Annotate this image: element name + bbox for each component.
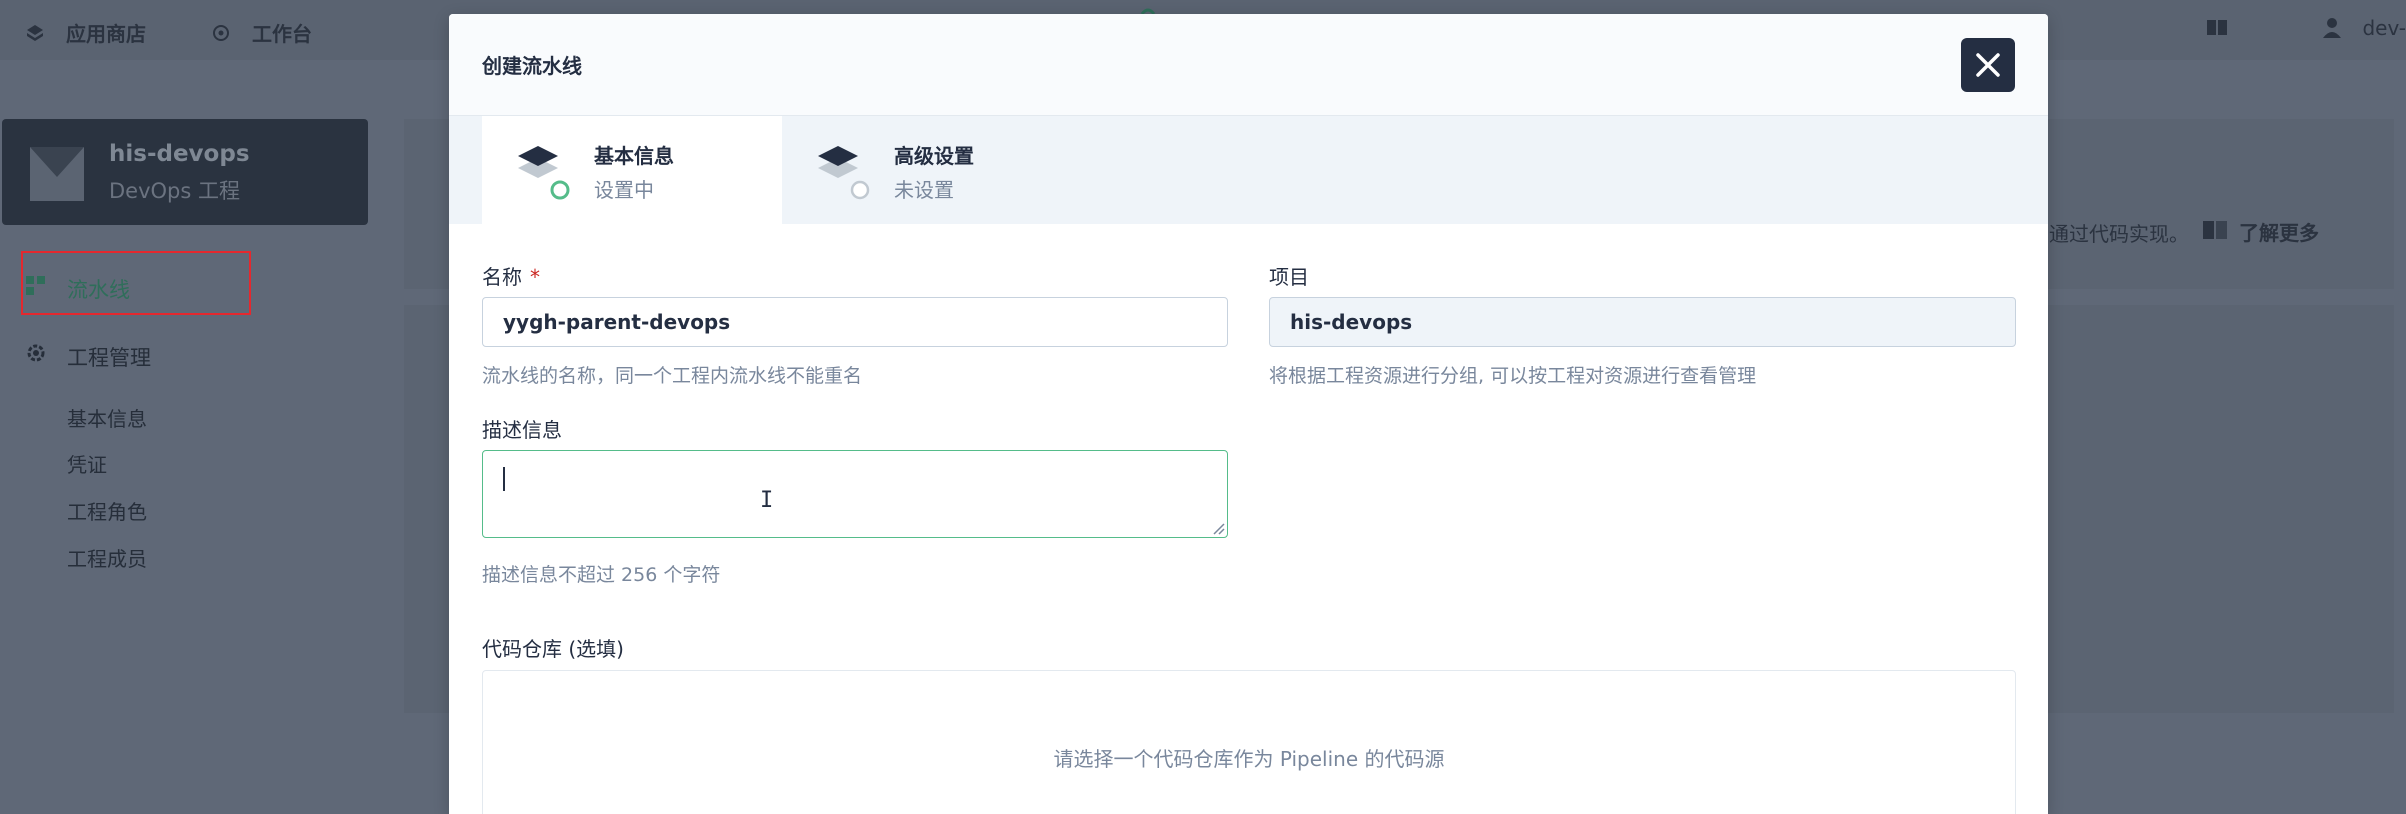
sidebar-item-pipelines-highlight xyxy=(21,251,251,315)
name-input-value: yygh-parent-devops xyxy=(503,310,731,334)
step-basic-info[interactable]: 基本信息 设置中 xyxy=(482,116,782,224)
project-label: 项目 xyxy=(1269,265,1309,289)
nav-app-store-label: 应用商店 xyxy=(66,22,146,46)
sidebar-item-pipelines[interactable]: 流水线 xyxy=(67,274,130,304)
book-icon xyxy=(2203,221,2227,239)
code-repo-placeholder: 请选择一个代码仓库作为 Pipeline 的代码源 xyxy=(1053,747,1445,771)
pipeline-grid-icon xyxy=(26,276,45,295)
user-name: dev- xyxy=(2362,16,2406,40)
sidebar-item-basic-info[interactable]: 基本信息 xyxy=(67,403,147,432)
text-caret xyxy=(503,467,505,491)
docs-icon[interactable] xyxy=(2206,18,2228,38)
step-advanced-settings[interactable]: 高级设置 未设置 xyxy=(782,116,1082,224)
step-basic-info-status: 设置中 xyxy=(594,178,654,202)
modal-header: 创建流水线 xyxy=(449,14,2048,116)
create-pipeline-modal: 创建流水线 基本信息 设置中 高级设置 未设置 名称 * yygh-parent… xyxy=(449,14,2048,814)
sidebar-item-project-mgmt[interactable]: 工程管理 xyxy=(67,342,151,372)
step-basic-info-icon xyxy=(518,146,570,200)
step-advanced-title: 高级设置 xyxy=(894,144,974,168)
gear-icon xyxy=(27,344,45,362)
required-mark: * xyxy=(530,265,540,289)
workspace-logo-icon xyxy=(30,147,84,201)
app-store-icon xyxy=(27,24,43,41)
code-repo-selector[interactable]: 请选择一个代码仓库作为 Pipeline 的代码源 xyxy=(482,670,2016,814)
step-advanced-icon xyxy=(818,146,870,200)
step-basic-info-title: 基本信息 xyxy=(594,144,674,168)
workspace-card[interactable]: his-devops DevOps 工程 xyxy=(2,119,368,225)
nav-workbench-label: 工作台 xyxy=(252,22,312,46)
nav-workbench[interactable]: 工作台 xyxy=(212,18,312,47)
name-input[interactable]: yygh-parent-devops xyxy=(482,297,1228,347)
step-advanced-status: 未设置 xyxy=(894,178,954,202)
resize-handle-icon[interactable] xyxy=(1213,523,1225,535)
close-icon xyxy=(1976,53,2000,77)
modal-title: 创建流水线 xyxy=(482,54,582,78)
user-icon xyxy=(2323,18,2342,38)
name-label: 名称 * xyxy=(482,261,540,290)
project-input: his-devops xyxy=(1269,297,2016,347)
banner-description: 通过代码实现。 xyxy=(2049,222,2189,246)
nav-app-store[interactable]: 应用商店 xyxy=(26,18,146,47)
workspace-subtitle: DevOps 工程 xyxy=(109,179,240,203)
description-hint: 描述信息不超过 256 个字符 xyxy=(482,564,721,586)
code-repo-label: 代码仓库 (选填) xyxy=(482,637,624,661)
text-cursor-icon: I xyxy=(760,488,774,513)
sidebar-item-credentials[interactable]: 凭证 xyxy=(67,449,107,478)
description-textarea[interactable]: I xyxy=(482,450,1228,538)
workspace-name: his-devops xyxy=(109,141,250,167)
sidebar-item-roles[interactable]: 工程角色 xyxy=(67,496,147,525)
close-button[interactable] xyxy=(1961,38,2015,92)
project-hint: 将根据工程资源进行分组, 可以按工程对资源进行查看管理 xyxy=(1269,365,1757,387)
name-hint: 流水线的名称，同一个工程内流水线不能重名 xyxy=(482,365,863,387)
workbench-icon xyxy=(213,24,229,41)
description-label: 描述信息 xyxy=(482,418,562,442)
user-menu[interactable]: dev- xyxy=(2322,16,2406,40)
learn-more-link[interactable]: 了解更多 xyxy=(2239,217,2319,246)
name-label-text: 名称 xyxy=(482,265,522,289)
project-input-value: his-devops xyxy=(1290,310,1413,334)
steps-bar: 基本信息 设置中 高级设置 未设置 xyxy=(449,116,2048,224)
sidebar-item-members[interactable]: 工程成员 xyxy=(67,543,147,572)
